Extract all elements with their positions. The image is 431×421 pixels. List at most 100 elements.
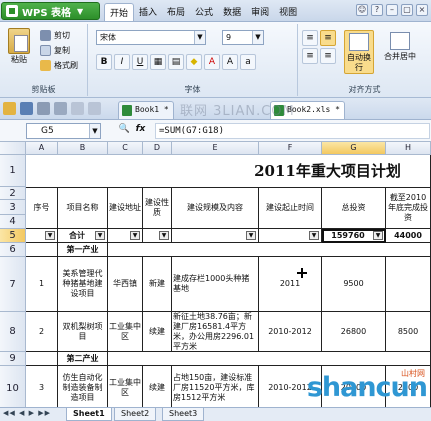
bold-button[interactable]: B bbox=[96, 54, 112, 70]
filter-dropdown-icon[interactable]: ▼ bbox=[130, 231, 140, 240]
filter-dropdown-icon[interactable]: ▼ bbox=[246, 231, 256, 240]
header-total[interactable]: 总投资 bbox=[322, 187, 386, 229]
tab-view[interactable]: 视图 bbox=[274, 3, 302, 21]
merge-icon[interactable]: ▤ bbox=[168, 54, 184, 70]
cell-period[interactable]: 2011 bbox=[259, 257, 322, 312]
header-period[interactable]: 建设起止时间 bbox=[259, 187, 322, 229]
cell-scale[interactable]: 新征土地38.76亩；新建厂房16581.4平方米，办公用房2296.01平方米 bbox=[172, 312, 259, 352]
align-top-icon[interactable]: ≡ bbox=[302, 30, 318, 46]
cell-nature[interactable]: 续建 bbox=[143, 312, 172, 352]
tab-home[interactable]: 开始 bbox=[104, 3, 135, 21]
filter-cell[interactable]: ▼ bbox=[143, 229, 172, 243]
cell-location[interactable]: 工业集中区 bbox=[108, 366, 143, 407]
filter-dropdown-icon[interactable]: ▼ bbox=[159, 231, 169, 240]
maximize-icon[interactable]: ▢ bbox=[401, 4, 413, 16]
sheet-tab-1[interactable]: Sheet1 bbox=[66, 408, 112, 421]
skin-icon[interactable]: ☺ bbox=[356, 4, 368, 16]
row-header[interactable]: 4 bbox=[0, 215, 26, 229]
close-icon[interactable]: × bbox=[416, 4, 428, 16]
align-middle-icon[interactable]: ≡ bbox=[320, 30, 336, 46]
table-cell[interactable] bbox=[26, 352, 58, 366]
header-seq[interactable]: 序号 bbox=[26, 187, 58, 229]
formula-input[interactable]: =SUM(G7:G18) bbox=[155, 123, 430, 139]
merge-center-button[interactable]: 合并居中 bbox=[380, 30, 420, 74]
align-center-icon[interactable]: ≡ bbox=[320, 48, 336, 64]
cell-total[interactable]: 9500 bbox=[322, 257, 386, 312]
redo-icon[interactable] bbox=[88, 102, 101, 115]
filter-cell[interactable]: 44000 bbox=[386, 229, 431, 243]
row-header[interactable]: 9 bbox=[0, 352, 26, 366]
save-icon[interactable] bbox=[20, 102, 33, 115]
filter-dropdown-icon[interactable]: ▼ bbox=[373, 231, 383, 240]
italic-button[interactable]: I bbox=[114, 54, 130, 70]
col-header[interactable]: C bbox=[108, 142, 143, 155]
spreadsheet-grid[interactable]: A B C D E F G H 1 2 3 4 5 6 7 8 9 10 201… bbox=[0, 142, 431, 407]
col-header[interactable]: D bbox=[143, 142, 172, 155]
sheet-title[interactable]: 2011年重大项目计划 bbox=[26, 155, 431, 187]
tab-layout[interactable]: 布局 bbox=[162, 3, 190, 21]
font-family-select[interactable]: 宋体 ▼ bbox=[96, 30, 206, 45]
format-painter-button[interactable]: 格式刷 bbox=[40, 58, 78, 73]
help-icon[interactable]: ? bbox=[371, 4, 383, 16]
col-header[interactable]: H bbox=[386, 142, 431, 155]
decrease-font-icon[interactable]: a bbox=[240, 54, 256, 70]
increase-font-icon[interactable]: A bbox=[222, 54, 238, 70]
col-header[interactable]: B bbox=[58, 142, 108, 155]
open-folder-icon[interactable] bbox=[3, 102, 16, 115]
filter-cell[interactable]: 合计 ▼ bbox=[58, 229, 108, 243]
filter-dropdown-icon[interactable]: ▼ bbox=[95, 231, 105, 240]
cut-button[interactable]: 剪切 bbox=[40, 28, 78, 43]
filter-cell[interactable]: ▼ bbox=[259, 229, 322, 243]
row-header[interactable]: 8 bbox=[0, 312, 26, 352]
font-color-icon[interactable]: A bbox=[204, 54, 220, 70]
cell-period[interactable]: 2010-2012 bbox=[259, 312, 322, 352]
cell-seq[interactable]: 3 bbox=[26, 366, 58, 407]
fill-color-icon[interactable]: ◆ bbox=[186, 54, 202, 70]
undo-icon[interactable] bbox=[71, 102, 84, 115]
cell-name[interactable]: 仿生自动化制造装备制造项目 bbox=[58, 366, 108, 407]
col-header[interactable]: E bbox=[172, 142, 259, 155]
cell-name[interactable]: 双机梨树项目 bbox=[58, 312, 108, 352]
preview-icon[interactable] bbox=[54, 102, 67, 115]
filter-dropdown-icon[interactable]: ▼ bbox=[45, 231, 55, 240]
sheet-tab-2[interactable]: Sheet2 bbox=[114, 408, 157, 421]
filter-dropdown-icon[interactable]: ▼ bbox=[309, 231, 319, 240]
wrap-text-button[interactable]: 自动换行 bbox=[344, 30, 374, 74]
cell-nature[interactable]: 续建 bbox=[143, 366, 172, 407]
filter-cell[interactable]: ▼ bbox=[26, 229, 58, 243]
copy-button[interactable]: 复制 bbox=[40, 43, 78, 58]
print-icon[interactable] bbox=[37, 102, 50, 115]
section-label[interactable]: 第一产业 bbox=[58, 243, 108, 257]
filter-cell[interactable]: ▼ bbox=[172, 229, 259, 243]
tab-insert[interactable]: 插入 bbox=[134, 3, 162, 21]
cell-nature[interactable]: 新建 bbox=[143, 257, 172, 312]
row-header[interactable]: 1 bbox=[0, 155, 26, 187]
active-cell-g5[interactable]: 159760 ▼ bbox=[322, 229, 386, 243]
col-header[interactable]: F bbox=[259, 142, 322, 155]
cell-seq[interactable]: 2 bbox=[26, 312, 58, 352]
table-cell[interactable] bbox=[26, 243, 58, 257]
tab-formula[interactable]: 公式 bbox=[190, 3, 218, 21]
fx-icon[interactable]: fx bbox=[134, 124, 147, 138]
border-icon[interactable]: ▦ bbox=[150, 54, 166, 70]
header-location[interactable]: 建设地址 bbox=[108, 187, 143, 229]
sheet-tab-3[interactable]: Sheet3 bbox=[162, 408, 205, 421]
cell-cumulative[interactable] bbox=[386, 257, 431, 312]
col-header[interactable]: A bbox=[26, 142, 58, 155]
header-cumulative[interactable]: 截至2010年底完成投资 bbox=[386, 187, 431, 229]
paste-button[interactable]: 粘贴 bbox=[6, 28, 32, 68]
filter-cell[interactable]: ▼ bbox=[108, 229, 143, 243]
cell-cumulative[interactable]: 8500 bbox=[386, 312, 431, 352]
sheet-nav-arrows[interactable]: ◀◀ ◀ ▶ ▶▶ bbox=[3, 409, 51, 417]
cell-name[interactable]: 美系管理代种猪基地建设项目 bbox=[58, 257, 108, 312]
row-header[interactable]: 2 bbox=[0, 187, 26, 200]
minimize-icon[interactable]: – bbox=[386, 4, 398, 16]
row-header[interactable]: 7 bbox=[0, 257, 26, 312]
header-scale[interactable]: 建设规模及内容 bbox=[172, 187, 259, 229]
align-left-icon[interactable]: ≡ bbox=[302, 48, 318, 64]
doc-tab-book1[interactable]: Book1 * bbox=[118, 101, 174, 119]
header-name[interactable]: 项目名称 bbox=[58, 187, 108, 229]
tab-data[interactable]: 数据 bbox=[218, 3, 246, 21]
font-size-select[interactable]: 9 ▼ bbox=[222, 30, 264, 45]
row-header[interactable]: 3 bbox=[0, 200, 26, 215]
